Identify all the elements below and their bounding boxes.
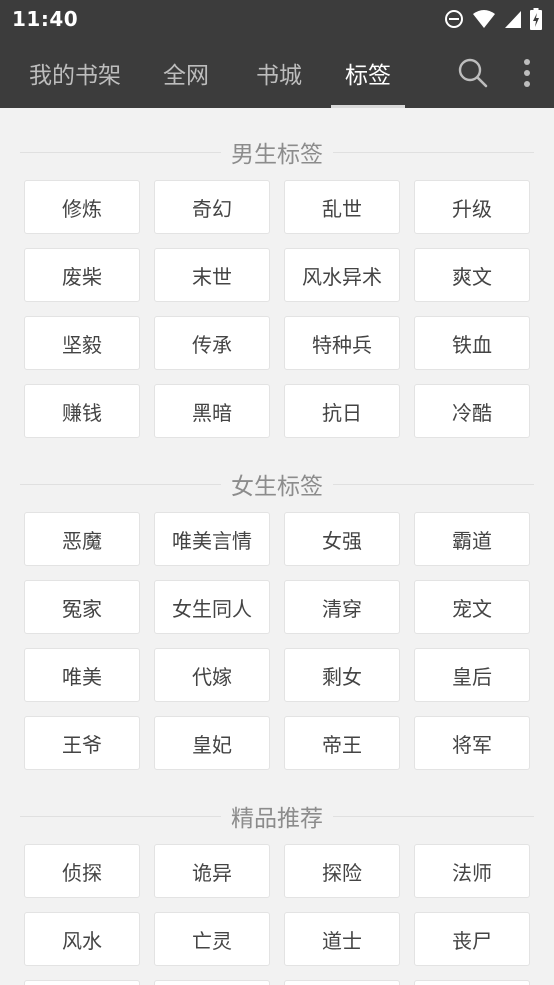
tag-grid: 恶魔 唯美言情 女强 霸道冤家 女生同人 清穿 宠文唯美 代嫁 剩女 皇后王爷 皇妃 帝王 将军 [24, 512, 530, 770]
status-bar: 11:40 [0, 0, 554, 38]
section-featured: 精品推荐 侦探 诡异 探险 法师风水 亡灵 道士 丧尸 [20, 799, 534, 985]
section-title: 女生标签 [221, 467, 333, 501]
tag-button[interactable] [154, 980, 270, 985]
tag-button[interactable]: 抗日 [284, 384, 400, 438]
tag-button[interactable]: 宠文 [414, 580, 530, 634]
search-icon [458, 58, 488, 88]
tag-button[interactable]: 爽文 [414, 248, 530, 302]
tag-button[interactable]: 皇后 [414, 648, 530, 702]
tag-button[interactable]: 特种兵 [284, 316, 400, 370]
section-male-tags: 男生标签 修炼 奇幻 乱世 升级废柴 末世 风水异术 爽文坚毅 传承 特种兵 铁血赚钱 黑暗 抗日 冷酷 [20, 135, 534, 438]
tab-bookshelf[interactable]: 我的书架 [5, 38, 145, 108]
tag-button[interactable]: 黑暗 [154, 384, 270, 438]
tag-button[interactable]: 道士 [284, 912, 400, 966]
section-header: 女生标签 [20, 467, 534, 501]
tag-content: 男生标签 修炼 奇幻 乱世 升级废柴 末世 风水异术 爽文坚毅 传承 特种兵 铁血赚钱 黑暗 抗日 冷酷… [0, 108, 554, 985]
more-options-button[interactable] [500, 38, 554, 108]
section-header: 精品推荐 [20, 799, 534, 833]
status-time: 11:40 [12, 7, 79, 31]
tag-button[interactable]: 奇幻 [154, 180, 270, 234]
tag-button[interactable]: 女生同人 [154, 580, 270, 634]
battery-charging-icon [530, 8, 542, 30]
section-title: 男生标签 [221, 135, 333, 169]
tag-button[interactable] [414, 980, 530, 985]
tag-button[interactable]: 法师 [414, 844, 530, 898]
tag-button[interactable]: 将军 [414, 716, 530, 770]
toolbar-actions [446, 38, 554, 108]
tag-button[interactable]: 代嫁 [154, 648, 270, 702]
tag-button[interactable]: 帝王 [284, 716, 400, 770]
more-vert-icon [524, 59, 530, 87]
tag-button[interactable]: 亡灵 [154, 912, 270, 966]
tag-button[interactable]: 升级 [414, 180, 530, 234]
tag-button[interactable]: 冤家 [24, 580, 140, 634]
section-header: 男生标签 [20, 135, 534, 169]
tag-button[interactable]: 唯美言情 [154, 512, 270, 566]
signal-icon [505, 11, 521, 28]
top-app-bar: 我的书架 全网 书城 标签 [0, 38, 554, 108]
tab-bookstore[interactable]: 书城 [227, 38, 331, 108]
tag-button[interactable]: 冷酷 [414, 384, 530, 438]
tag-button[interactable] [24, 980, 140, 985]
do-not-disturb-icon [445, 10, 463, 28]
wifi-icon [473, 10, 495, 28]
tag-button[interactable]: 修炼 [24, 180, 140, 234]
tag-button[interactable]: 坚毅 [24, 316, 140, 370]
tag-button[interactable]: 清穿 [284, 580, 400, 634]
search-button[interactable] [446, 38, 500, 108]
tag-button[interactable]: 剩女 [284, 648, 400, 702]
section-title: 精品推荐 [221, 799, 333, 833]
tag-grid: 修炼 奇幻 乱世 升级废柴 末世 风水异术 爽文坚毅 传承 特种兵 铁血赚钱 黑暗 抗日 冷酷 [24, 180, 530, 438]
tab-whole-web[interactable]: 全网 [145, 38, 227, 108]
tag-grid: 侦探 诡异 探险 法师风水 亡灵 道士 丧尸 [24, 844, 530, 985]
tag-button[interactable]: 末世 [154, 248, 270, 302]
tab-bar: 我的书架 全网 书城 标签 [0, 38, 405, 108]
tag-button[interactable]: 王爷 [24, 716, 140, 770]
status-icons [444, 8, 542, 30]
tab-tags[interactable]: 标签 [331, 38, 405, 108]
tag-button[interactable] [284, 980, 400, 985]
tag-button[interactable]: 侦探 [24, 844, 140, 898]
tag-button[interactable]: 赚钱 [24, 384, 140, 438]
tag-button[interactable]: 霸道 [414, 512, 530, 566]
tag-button[interactable]: 女强 [284, 512, 400, 566]
tag-button[interactable]: 探险 [284, 844, 400, 898]
tag-button[interactable]: 丧尸 [414, 912, 530, 966]
tag-button[interactable]: 皇妃 [154, 716, 270, 770]
tag-button[interactable]: 恶魔 [24, 512, 140, 566]
tag-button[interactable]: 废柴 [24, 248, 140, 302]
tag-button[interactable]: 风水 [24, 912, 140, 966]
tag-button[interactable]: 传承 [154, 316, 270, 370]
tag-button[interactable]: 风水异术 [284, 248, 400, 302]
tag-button[interactable]: 铁血 [414, 316, 530, 370]
tag-button[interactable]: 乱世 [284, 180, 400, 234]
section-female-tags: 女生标签 恶魔 唯美言情 女强 霸道冤家 女生同人 清穿 宠文唯美 代嫁 剩女 皇后王爷 皇妃 帝王将… [20, 467, 534, 770]
tag-button[interactable]: 诡异 [154, 844, 270, 898]
tag-button[interactable]: 唯美 [24, 648, 140, 702]
